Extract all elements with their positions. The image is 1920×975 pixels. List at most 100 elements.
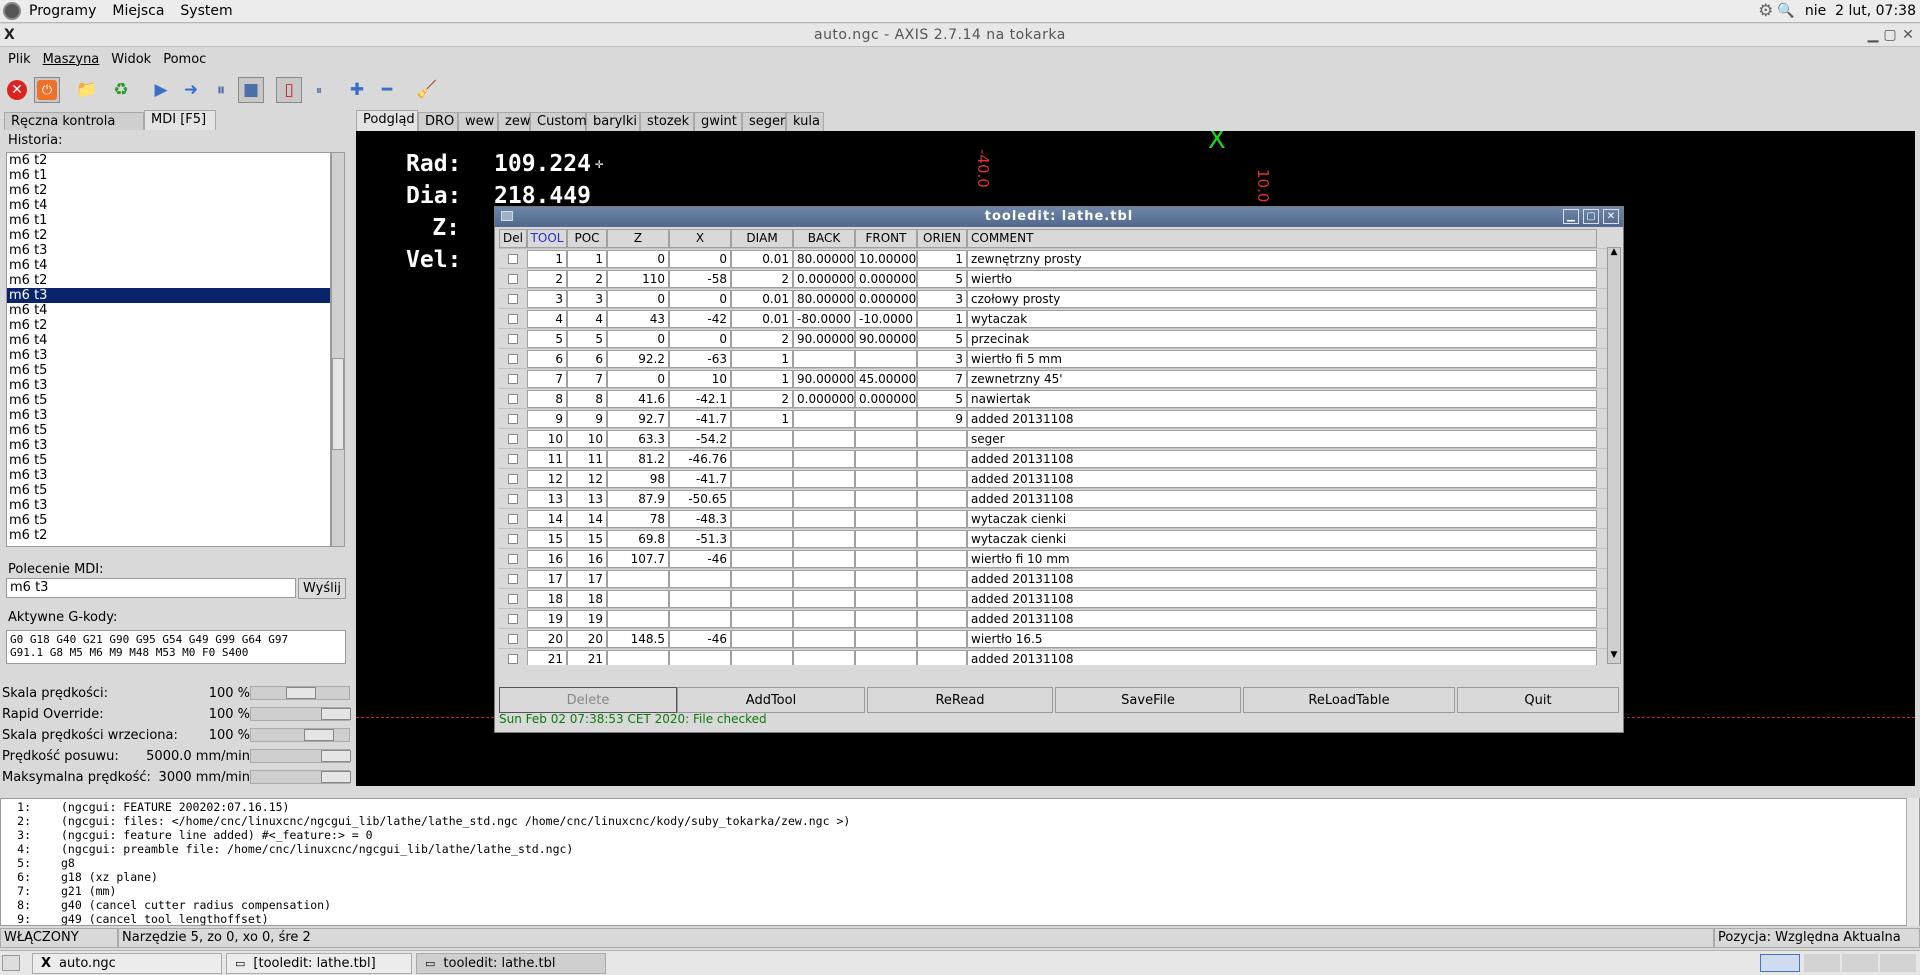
table-cell[interactable] xyxy=(793,650,855,665)
reload-icon[interactable]: ♻ xyxy=(108,77,134,103)
delete-checkbox[interactable] xyxy=(508,274,518,284)
column-header[interactable]: Del xyxy=(499,229,527,248)
history-item[interactable]: m6 t2 xyxy=(7,228,330,243)
table-cell[interactable] xyxy=(607,590,669,608)
column-header[interactable]: COMMENT xyxy=(967,229,1597,248)
table-cell[interactable]: 5 xyxy=(917,390,967,408)
table-cell[interactable] xyxy=(917,510,967,528)
table-cell[interactable] xyxy=(731,570,793,588)
block-delete-icon[interactable]: ▯ xyxy=(276,77,302,103)
quit-button[interactable]: Quit xyxy=(1457,687,1619,713)
table-cell[interactable] xyxy=(793,510,855,528)
history-item[interactable]: m6 t5 xyxy=(7,423,330,438)
table-cell[interactable] xyxy=(917,650,967,665)
table-cell[interactable]: added 20131108 xyxy=(967,590,1597,608)
optional-stop-icon[interactable]: ⏸ xyxy=(306,77,332,103)
table-cell[interactable]: seger xyxy=(967,430,1597,448)
delete-checkbox[interactable] xyxy=(508,434,518,444)
table-cell[interactable]: wiertło xyxy=(967,270,1597,288)
table-cell[interactable]: 16 xyxy=(527,550,567,568)
table-cell[interactable] xyxy=(793,410,855,428)
history-scrollbar[interactable] xyxy=(331,152,345,547)
table-cell[interactable] xyxy=(917,590,967,608)
table-cell[interactable]: 7 xyxy=(917,370,967,388)
listing-scrollbar[interactable] xyxy=(1906,798,1919,926)
table-cell[interactable]: 19 xyxy=(567,610,607,628)
table-cell[interactable]: 80.00000 xyxy=(793,250,855,268)
table-cell[interactable]: 1 xyxy=(567,250,607,268)
delete-checkbox[interactable] xyxy=(508,594,518,604)
tab-stozek[interactable]: stozek xyxy=(640,112,694,132)
zoom-out-icon[interactable]: ━ xyxy=(374,77,400,103)
table-cell[interactable]: 5 xyxy=(567,330,607,348)
table-cell[interactable] xyxy=(607,570,669,588)
tab-manual-control[interactable]: Ręczna kontrola [F3] xyxy=(4,112,144,147)
table-cell[interactable] xyxy=(669,650,731,665)
history-item[interactable]: m6 t2 xyxy=(7,273,330,288)
slider-handle[interactable] xyxy=(286,687,316,699)
delete-checkbox[interactable] xyxy=(508,414,518,424)
clock[interactable]: nie 2 lut, 07:38 xyxy=(1805,3,1916,19)
delete-checkbox[interactable] xyxy=(508,574,518,584)
table-cell[interactable]: wytaczak cienki xyxy=(967,510,1597,528)
table-cell[interactable]: 0 xyxy=(669,330,731,348)
table-cell[interactable]: 12 xyxy=(567,470,607,488)
tab-podgląd[interactable]: Podgląd xyxy=(356,110,418,132)
listing-line[interactable]: 3: (ngcgui: feature line added) #<_featur… xyxy=(1,828,1919,842)
table-cell[interactable] xyxy=(855,350,917,368)
table-cell[interactable]: 148.5 xyxy=(607,630,669,648)
table-cell[interactable]: 21 xyxy=(527,650,567,665)
table-cell[interactable]: 0.01 xyxy=(731,290,793,308)
table-cell[interactable]: 43 xyxy=(607,310,669,328)
table-cell[interactable]: wytaczak xyxy=(967,310,1597,328)
table-cell[interactable] xyxy=(855,570,917,588)
history-list[interactable]: m6 t2 m6 t1 m6 t2 m6 t4 m6 t1 m6 t2 m6 t3 m6 t4… xyxy=(6,152,331,547)
table-cell[interactable]: 92.7 xyxy=(607,410,669,428)
tab-dro[interactable]: DRO xyxy=(418,112,458,132)
table-cell[interactable]: 2 xyxy=(731,390,793,408)
window-menu-icon[interactable] xyxy=(501,211,513,221)
delete-checkbox[interactable] xyxy=(508,634,518,644)
table-cell[interactable]: zewnetrzny 45' xyxy=(967,370,1597,388)
tab-barylki[interactable]: barylki xyxy=(586,112,640,132)
listing-line[interactable]: 2: (ngcgui: files: </home/cnc/linuxcnc/ng… xyxy=(1,814,1919,828)
table-cell[interactable]: 17 xyxy=(567,570,607,588)
table-cell[interactable] xyxy=(855,610,917,628)
table-cell[interactable]: added 20131108 xyxy=(967,470,1597,488)
table-cell[interactable]: wiertło 16.5 xyxy=(967,630,1597,648)
column-header[interactable]: DIAM xyxy=(731,229,793,248)
estop-icon[interactable]: ✕ xyxy=(4,77,30,103)
maximize-icon[interactable]: ▢ xyxy=(1583,209,1599,224)
table-cell[interactable] xyxy=(731,510,793,528)
table-cell[interactable]: 0.01 xyxy=(731,310,793,328)
table-cell[interactable]: 18 xyxy=(527,590,567,608)
task-auto-ngc[interactable]: Xauto.ngc xyxy=(32,953,222,974)
table-cell[interactable] xyxy=(669,610,731,628)
table-cell[interactable] xyxy=(855,510,917,528)
table-cell[interactable]: 14 xyxy=(527,510,567,528)
table-cell[interactable]: 3 xyxy=(917,290,967,308)
table-cell[interactable]: 17 xyxy=(527,570,567,588)
table-cell[interactable]: -41.7 xyxy=(669,410,731,428)
slider-handle[interactable] xyxy=(304,729,334,741)
table-cell[interactable]: 10 xyxy=(669,370,731,388)
table-cell[interactable]: 14 xyxy=(567,510,607,528)
task-tooledit-bracketed[interactable]: ▭ [tooledit: lathe.tbl] xyxy=(226,953,412,974)
addtool-button[interactable]: AddTool xyxy=(677,687,865,713)
history-item[interactable]: m6 t2 xyxy=(7,528,330,543)
override-slider[interactable] xyxy=(250,728,350,742)
table-cell[interactable]: 2 xyxy=(731,270,793,288)
table-cell[interactable]: wiertło fi 10 mm xyxy=(967,550,1597,568)
tab-mdi[interactable]: MDI [F5] xyxy=(144,110,216,132)
stop-icon[interactable]: ■ xyxy=(238,77,264,103)
table-cell[interactable] xyxy=(793,570,855,588)
column-header[interactable]: X xyxy=(669,229,731,248)
table-cell[interactable]: added 20131108 xyxy=(967,570,1597,588)
table-cell[interactable]: 12 xyxy=(527,470,567,488)
table-cell[interactable] xyxy=(855,430,917,448)
table-cell[interactable]: 0 xyxy=(669,250,731,268)
pause-icon[interactable]: ⏸ xyxy=(208,77,234,103)
table-cell[interactable]: 81.2 xyxy=(607,450,669,468)
table-cell[interactable]: 19 xyxy=(527,610,567,628)
delete-checkbox[interactable] xyxy=(508,554,518,564)
